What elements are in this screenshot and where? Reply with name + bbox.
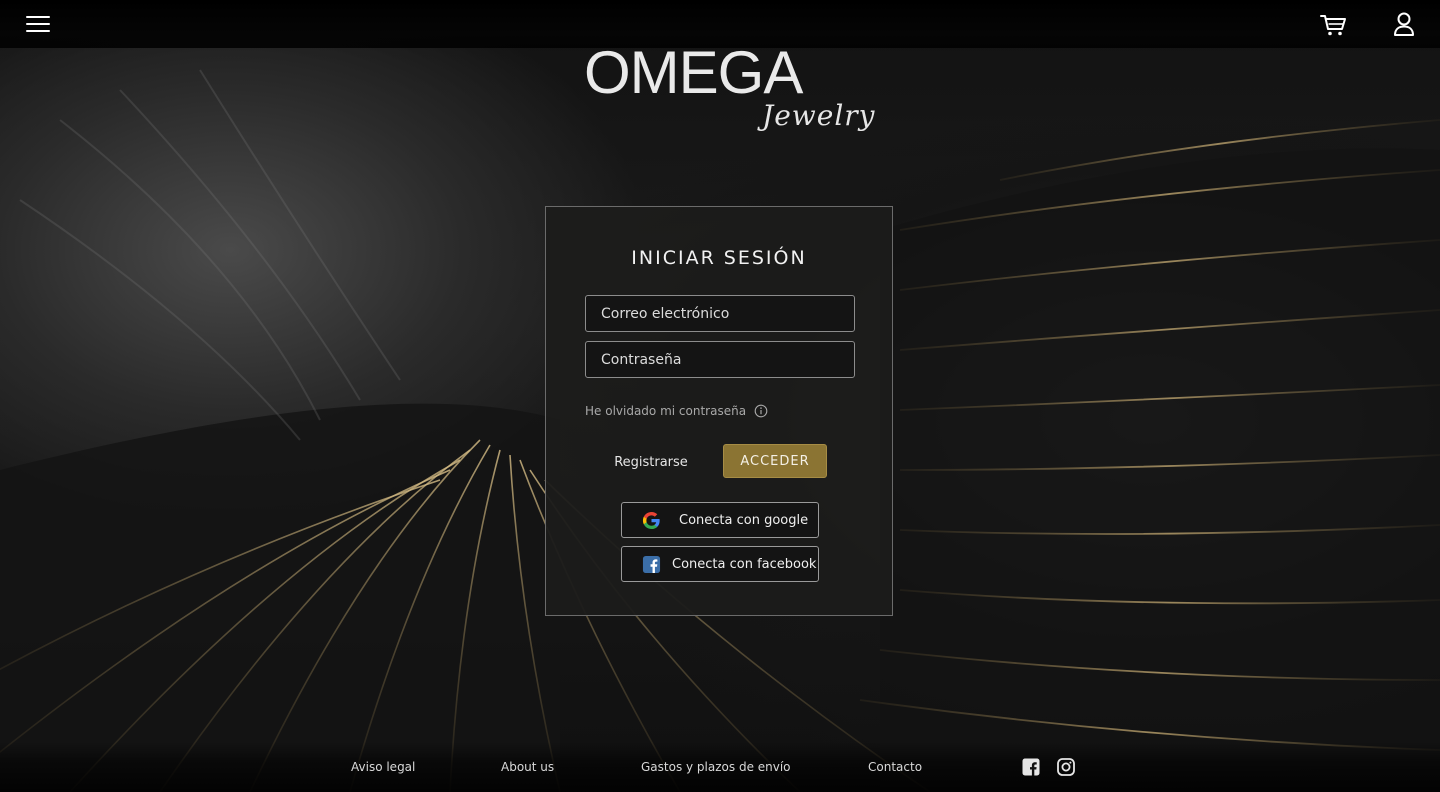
login-title: INICIAR SESIÓN: [631, 247, 807, 269]
hamburger-menu-icon[interactable]: [22, 12, 54, 38]
instagram-icon[interactable]: [1057, 758, 1075, 776]
info-icon: [754, 404, 768, 418]
footer-link-legal[interactable]: Aviso legal: [351, 760, 415, 774]
facebook-login-button[interactable]: Conecta con facebook: [621, 546, 819, 582]
brand-logo[interactable]: OMEGA Jewelry: [580, 39, 875, 150]
login-page: OMEGA Jewelry INICIAR SESIÓN He olvidado…: [0, 0, 1440, 792]
login-card: INICIAR SESIÓN He olvidado mi contraseña…: [545, 206, 893, 616]
footer-link-about[interactable]: About us: [501, 760, 554, 774]
footer-link-contact[interactable]: Contacto: [868, 760, 922, 774]
footer-link-shipping[interactable]: Gastos y plazos de envío: [641, 760, 791, 774]
facebook-icon: [642, 555, 661, 574]
user-account-icon[interactable]: [1390, 10, 1418, 38]
email-field[interactable]: [585, 295, 855, 332]
brand-tagline: Jewelry: [762, 99, 876, 132]
password-field[interactable]: [585, 341, 855, 378]
facebook-icon[interactable]: [1022, 758, 1040, 776]
login-submit-button[interactable]: ACCEDER: [723, 444, 827, 478]
google-login-button[interactable]: Conecta con google: [621, 502, 819, 538]
google-icon: [642, 511, 660, 530]
shopping-cart-icon[interactable]: [1318, 10, 1348, 38]
footer: Aviso legal About us Gastos y plazos de …: [0, 742, 1440, 792]
google-login-label: Conecta con google: [679, 513, 809, 528]
forgot-password-link[interactable]: He olvidado mi contraseña: [585, 404, 746, 418]
register-button[interactable]: Registrarse: [606, 445, 696, 479]
brand-name: OMEGA: [584, 39, 803, 106]
facebook-login-label: Conecta con facebook: [672, 557, 817, 572]
